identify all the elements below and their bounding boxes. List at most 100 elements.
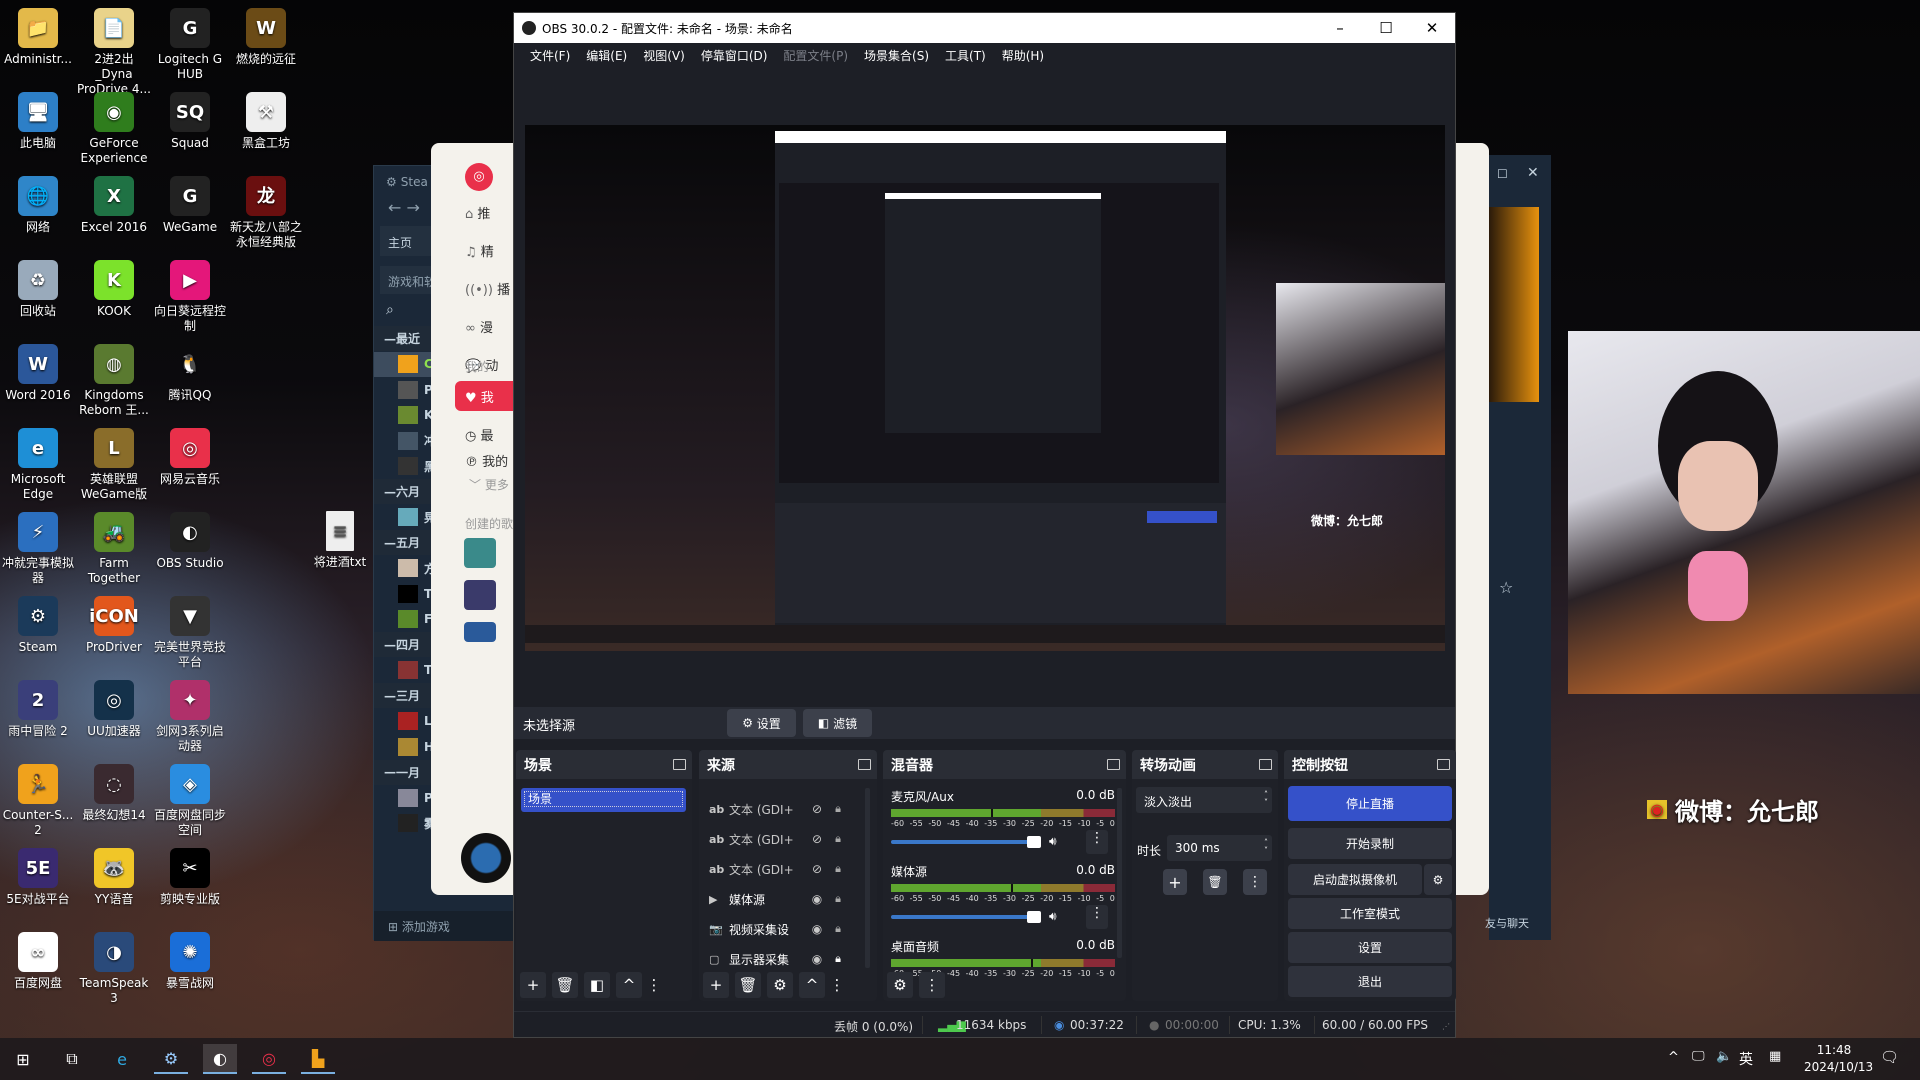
eye-icon[interactable]: ◉ [805, 922, 829, 936]
source-item[interactable]: 📷 视频采集设 ◉ 🔒︎ [709, 918, 859, 940]
desktop-icon[interactable]: e Microsoft Edge [0, 422, 76, 502]
volume-slider[interactable]: 🔊︎ ⋮ [891, 830, 1115, 854]
desktop-icon[interactable]: 📁 Administr... [0, 2, 76, 67]
desktop-icon[interactable]: ✦ 剑网3系列启动器 [152, 674, 228, 754]
desktop-icon[interactable]: ◌ 最终幻想14 [76, 758, 152, 823]
close-button[interactable]: ✕ [1409, 19, 1455, 37]
my-podcast-item[interactable]: ℗ 我的 [465, 451, 508, 470]
channel-menu-button[interactable]: ⋮ [1086, 830, 1108, 854]
add-transition-button[interactable]: + [1163, 869, 1187, 895]
desktop-icon[interactable]: ◑ TeamSpeak 3 [76, 926, 152, 1006]
mixer-scrollbar[interactable] [1117, 788, 1122, 958]
undock-icon[interactable] [1437, 759, 1450, 770]
mixer-menu-button[interactable]: ⋮ [919, 972, 945, 998]
advanced-audio-gear-button[interactable]: ⚙ [887, 972, 913, 998]
liked-songs-item[interactable]: ♥ 我 [455, 381, 521, 411]
menu-item[interactable]: 场景集合(S) [856, 47, 937, 64]
desktop-icon[interactable]: 🐧 腾讯QQ [152, 338, 228, 403]
stop-streaming-button[interactable]: 停止直播 [1288, 786, 1452, 821]
desktop-icon[interactable]: ⚡ 冲就完事模拟器 [0, 506, 76, 586]
spin-arrows-icon[interactable]: ˄ ˅ [1264, 839, 1268, 855]
eye-hidden-icon[interactable]: ⊘ [805, 802, 829, 816]
volume-icon[interactable]: 🔈 [1716, 1049, 1732, 1064]
desktop-icon[interactable]: 🏃 Counter-S... 2 [0, 758, 76, 838]
desktop-icon[interactable]: W 燃烧的远征 [228, 2, 304, 67]
playlist-cover[interactable] [464, 538, 496, 568]
undock-icon[interactable] [1107, 759, 1120, 770]
now-playing-disc[interactable] [461, 833, 511, 883]
desktop-icon[interactable]: ✺ 暴雪战网 [152, 926, 228, 991]
transition-select[interactable]: 淡入淡出 ˄ ˅ [1136, 787, 1272, 813]
source-item[interactable]: ab 文本 (GDI+ ⊘ 🔒︎ [709, 858, 859, 880]
notification-icon[interactable]: 🗨 [1880, 1048, 1899, 1066]
desktop-icon[interactable]: ▼ 完美世界竞技平台 [152, 590, 228, 670]
back-icon[interactable]: ← → [388, 198, 420, 217]
preview-canvas[interactable]: 微博：允七郎 [525, 125, 1445, 651]
desktop-icon[interactable]: 龙新天龙八部之永恒经典版 [228, 170, 304, 250]
virtual-camera-settings-button[interactable]: ⚙ [1424, 864, 1452, 895]
obs-window[interactable]: OBS 30.0.2 - 配置文件: 未命名 - 场景: 未命名 – ☐ ✕ 文… [513, 12, 1456, 1038]
source-item[interactable]: ▶ 媒体源 ◉ 🔒︎ [709, 888, 859, 910]
resize-grip-icon[interactable]: ⋰ [1442, 1022, 1450, 1031]
desktop-icon[interactable]: ◍ Kingdoms Reborn 王... [76, 338, 152, 418]
unlock-icon[interactable]: 🔒︎ [829, 832, 847, 846]
search-icon[interactable]: ⌕ [386, 302, 394, 318]
desktop-icon[interactable]: ◈ 百度网盘同步空间 [152, 758, 228, 838]
netease-nav-item[interactable]: ♫ 精 [465, 241, 494, 260]
clock[interactable]: 11:48 2024/10/13 [1804, 1042, 1873, 1076]
desktop-icon[interactable]: W Word 2016 [0, 338, 76, 403]
add-scene-button[interactable]: + [520, 972, 546, 998]
exit-button[interactable]: 退出 [1288, 966, 1452, 997]
desktop-icon[interactable]: G Logitech G HUB [152, 2, 228, 82]
netease-music-window[interactable]: ◎ ⌂ 推 ♫ 精 ((•)) 播 ∞ 漫 💬 动 我的 ♥ 我 ◷ 最 ℗ 我的 ﹀ … [431, 143, 521, 895]
task-view-icon[interactable]: ⧉ [55, 1044, 89, 1074]
desktop-icon[interactable]: ◉ GeForce Experience [76, 86, 152, 166]
source-menu-button[interactable]: ⋮ [830, 972, 845, 998]
desktop-icon[interactable]: iCON ProDriver [76, 590, 152, 655]
speaker-icon[interactable]: 🔊︎ [1049, 834, 1057, 849]
source-filters-button[interactable]: ◧ 滤镜 [803, 709, 872, 737]
netease-nav-item[interactable]: ⌂ 推 [465, 203, 490, 222]
lock-icon[interactable]: 🔒︎ [829, 952, 847, 966]
obs-icon[interactable]: ◐ [203, 1044, 237, 1074]
desktop-icon[interactable]: G WeGame [152, 170, 228, 235]
move-source-up-button[interactable]: ^ [799, 972, 825, 998]
desktop-icon[interactable]: ◎ UU加速器 [76, 674, 152, 739]
settings-button[interactable]: 设置 [1288, 932, 1452, 963]
desktop-icon[interactable]: 🦝 YY语音 [76, 842, 152, 907]
maximize-button[interactable]: ☐ [1363, 19, 1409, 37]
start-recording-button[interactable]: 开始录制 [1288, 828, 1452, 859]
unlock-icon[interactable]: 🔒︎ [829, 922, 847, 936]
volume-slider[interactable]: 🔊︎ ⋮ [891, 905, 1115, 929]
desktop-icon[interactable]: 📄 2进2出_Dyna ProDrive 4... [76, 2, 152, 97]
netease-music-icon[interactable]: ◎ [252, 1044, 286, 1074]
ime-mode-icon[interactable]: ▦ [1769, 1049, 1781, 1064]
undock-icon[interactable] [673, 759, 686, 770]
source-properties-gear-button[interactable]: ⚙ [767, 972, 793, 998]
desktop-icon[interactable]: 🚜 Farm Together [76, 506, 152, 586]
unlock-icon[interactable]: 🔒︎ [829, 802, 847, 816]
tray-overflow-icon[interactable]: ^ [1668, 1050, 1679, 1065]
menu-item[interactable]: 帮助(H) [994, 47, 1052, 64]
source-item[interactable]: ab 文本 (GDI+ ⊘ 🔒︎ [709, 828, 859, 850]
playlist-cover[interactable] [464, 622, 496, 642]
desktop-icon[interactable]: X Excel 2016 [76, 170, 152, 235]
desktop-icon[interactable]: ◎ 网易云音乐 [152, 422, 228, 487]
desktop-icon[interactable]: ♻ 回收站 [0, 254, 76, 319]
menu-item[interactable]: 文件(F) [522, 47, 578, 64]
scene-filters-button[interactable]: ◧ [584, 972, 610, 998]
add-source-button[interactable]: + [703, 972, 729, 998]
steam-icon[interactable]: ⚙ [154, 1044, 188, 1074]
desktop-icon[interactable]: ▶ 向日葵远程控制 [152, 254, 228, 334]
counter-strike-icon[interactable]: ▙ [301, 1044, 335, 1074]
menu-item[interactable]: 停靠窗口(D) [693, 47, 776, 64]
menu-item[interactable]: 配置文件(P) [775, 47, 856, 64]
desktop-icon[interactable]: K KOOK [76, 254, 152, 319]
add-game-button[interactable]: ⊞ 添加游戏 [374, 911, 515, 941]
netease-nav-item[interactable]: ((•)) 播 [465, 279, 510, 298]
undock-icon[interactable] [858, 759, 871, 770]
steam-window-right[interactable]: ☐ ✕ ☆ 友与聊天 [1485, 155, 1551, 940]
slider-handle[interactable] [1027, 911, 1041, 923]
desktop-icon[interactable]: 🌐 网络 [0, 170, 76, 235]
maximize-icon[interactable]: ☐ [1497, 167, 1508, 181]
